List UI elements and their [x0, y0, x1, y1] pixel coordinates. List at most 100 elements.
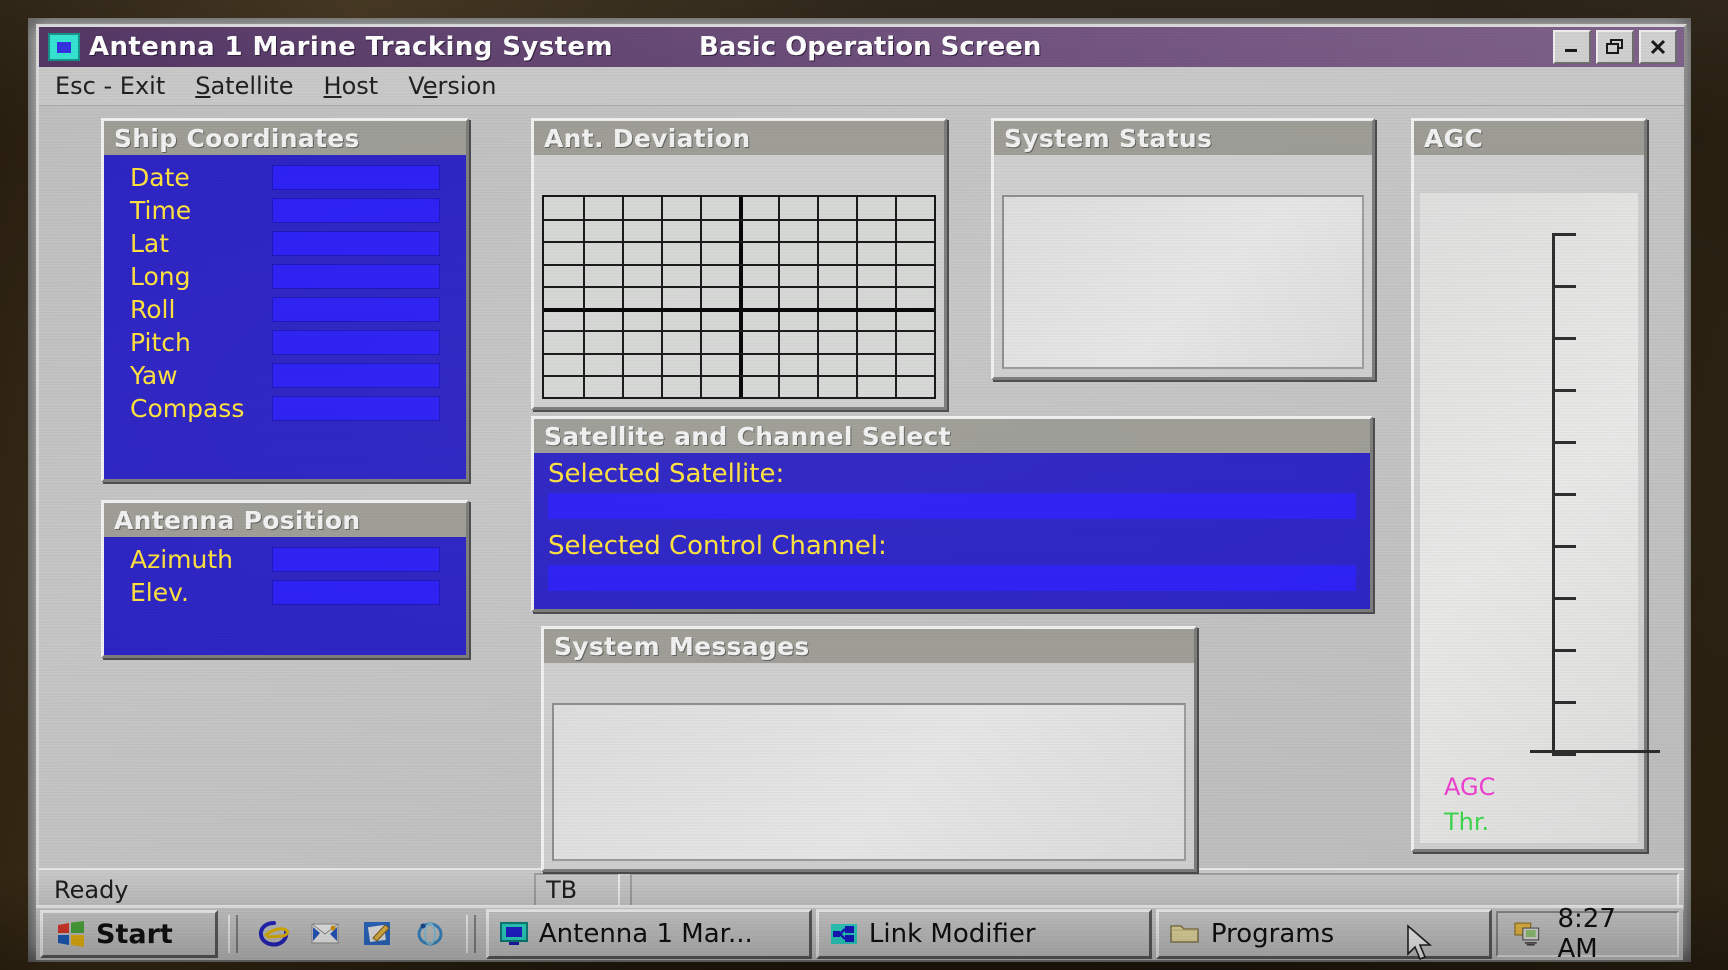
panel-caption: System Messages	[544, 629, 1194, 663]
pitch-field[interactable]	[272, 330, 440, 355]
window-controls	[1553, 30, 1680, 64]
menu-bar: Esc - Exit Satellite Host Version	[39, 67, 1684, 106]
agc-plot: AGC Thr.	[1420, 193, 1660, 843]
windows-logo-icon	[58, 921, 84, 947]
taskbar-button-antenna[interactable]: Antenna 1 Mar...	[485, 909, 812, 959]
start-button[interactable]: Start	[40, 910, 218, 958]
ant-deviation-panel: Ant. Deviation	[531, 118, 947, 410]
link-icon	[830, 924, 857, 944]
grid-line-vertical	[739, 197, 743, 397]
taskbar-clock: 8:27 AM	[1557, 904, 1616, 962]
satellite-channel-body: Selected Satellite: Selected Control Cha…	[534, 453, 1370, 609]
internet-explorer-icon[interactable]	[256, 917, 292, 951]
system-messages-content[interactable]	[552, 703, 1186, 861]
field-label: Long	[130, 262, 191, 291]
field-label: Lat	[130, 229, 170, 258]
grid-line-horizontal	[544, 330, 934, 333]
menu-item-version[interactable]: Version	[408, 72, 496, 100]
restore-button[interactable]	[1596, 30, 1634, 64]
agc-tick	[1552, 233, 1576, 236]
panel-caption: AGC	[1414, 121, 1644, 155]
antenna-position-panel: Antenna Position Azimuth Elev.	[101, 500, 469, 658]
menu-item-satellite[interactable]: Satellite	[195, 72, 293, 100]
ship-coordinates-body: Date Time Lat Long Roll Pitch Yaw Compas…	[104, 155, 466, 479]
field-row-elev: Elev.	[104, 576, 466, 609]
monitor-icon	[48, 33, 80, 61]
azimuth-field[interactable]	[272, 547, 440, 572]
field-row-pitch: Pitch	[104, 326, 466, 359]
minimize-button[interactable]	[1553, 30, 1591, 64]
outlook-express-icon[interactable]	[308, 917, 344, 951]
window-subtitle: Basic Operation Screen	[698, 32, 1042, 62]
application-window: Antenna 1 Marine Tracking System Basic O…	[36, 24, 1687, 910]
agc-panel: AGC AGC Thr.	[1411, 118, 1660, 852]
satellite-channel-panel: Satellite and Channel Select Selected Sa…	[531, 416, 1373, 612]
grid-line-vertical	[700, 197, 702, 397]
field-label: Yaw	[130, 361, 178, 390]
taskbar-grip-2[interactable]	[465, 915, 476, 953]
close-button[interactable]	[1639, 30, 1677, 64]
grid-line-horizontal	[544, 285, 934, 288]
agc-tick	[1552, 389, 1576, 392]
grid-line-horizontal	[544, 241, 934, 244]
grid-line-horizontal	[544, 352, 934, 355]
compass-field[interactable]	[272, 396, 440, 421]
lat-field[interactable]	[272, 231, 440, 256]
window-titlebar: Antenna 1 Marine Tracking System Basic O…	[39, 27, 1684, 67]
date-field[interactable]	[272, 165, 440, 190]
field-label: Time	[130, 196, 192, 225]
agc-tick	[1552, 545, 1576, 548]
grid-line-vertical	[778, 197, 780, 397]
time-field[interactable]	[272, 198, 440, 223]
menu-item-esc-exit[interactable]: Esc - Exit	[55, 72, 165, 100]
folder-icon	[1170, 925, 1199, 943]
panel-caption: Ship Coordinates	[104, 121, 466, 155]
field-row-roll: Roll	[104, 293, 466, 326]
long-field[interactable]	[272, 264, 440, 289]
taskbar-button-link-modifier[interactable]: Link Modifier	[815, 909, 1152, 959]
system-tray: 8:27 AM	[1495, 904, 1680, 962]
selected-satellite-field[interactable]	[548, 493, 1356, 519]
agc-tick	[1552, 597, 1576, 600]
menu-label: Esc - Exit	[55, 72, 166, 100]
agc-legend-agc: AGC	[1444, 773, 1496, 801]
agc-tick	[1552, 441, 1576, 444]
field-row-lat: Lat	[104, 227, 466, 260]
selected-control-channel-field[interactable]	[548, 565, 1356, 591]
taskbar-grip[interactable]	[228, 915, 238, 953]
ship-coordinates-panel: Ship Coordinates Date Time Lat Long Roll…	[101, 118, 469, 482]
notepad-icon[interactable]	[360, 917, 396, 951]
channels-icon[interactable]	[412, 917, 448, 951]
agc-tick	[1552, 337, 1576, 340]
agc-tick	[1552, 493, 1576, 496]
grid-line-horizontal	[544, 219, 934, 222]
monitor-icon	[499, 922, 528, 945]
field-label: Compass	[130, 394, 245, 423]
antenna-position-body: Azimuth Elev.	[104, 537, 466, 655]
panel-caption: System Status	[994, 121, 1372, 155]
field-row-long: Long	[104, 260, 466, 293]
grid-line-vertical	[895, 197, 897, 397]
grid-line-vertical	[622, 197, 624, 397]
panel-caption: Antenna Position	[104, 503, 466, 537]
roll-field[interactable]	[272, 297, 440, 322]
grid-line-horizontal	[544, 308, 934, 313]
selected-control-channel-label: Selected Control Channel:	[548, 531, 887, 561]
menu-item-host[interactable]: Host	[324, 72, 379, 100]
grid-line-vertical	[817, 197, 819, 397]
deviation-grid	[542, 195, 936, 399]
agc-tick	[1552, 649, 1576, 652]
system-messages-panel: System Messages	[541, 626, 1197, 872]
field-row-time: Time	[104, 194, 466, 227]
field-label: Roll	[130, 295, 176, 324]
ant-deviation-body	[534, 155, 944, 407]
agc-tick	[1552, 753, 1576, 756]
status-message: Ready	[54, 876, 129, 904]
taskbar-button-label: Antenna 1 Mar...	[538, 919, 753, 949]
yaw-field[interactable]	[272, 363, 440, 388]
field-row-date: Date	[104, 161, 466, 194]
window-title: Antenna 1 Marine Tracking System	[89, 32, 613, 62]
taskbar-button-programs[interactable]: Programs	[1155, 909, 1492, 959]
taskbar-button-label: Link Modifier	[868, 919, 1036, 949]
elev-field[interactable]	[272, 580, 440, 605]
